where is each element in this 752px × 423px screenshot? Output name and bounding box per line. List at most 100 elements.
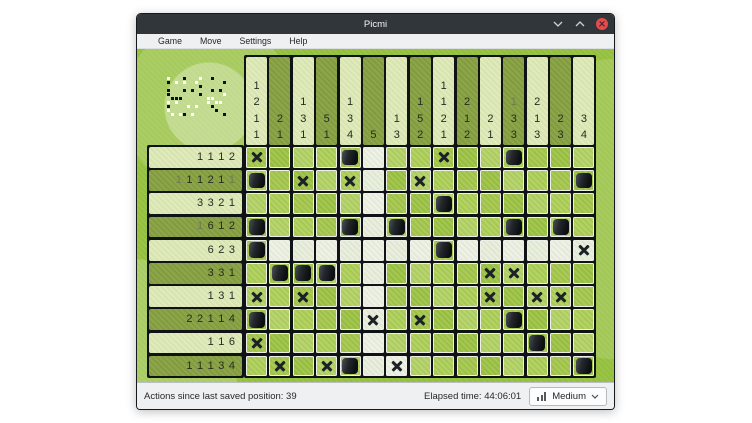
- board-cell[interactable]: [527, 333, 548, 354]
- board-cell[interactable]: [386, 356, 407, 377]
- board-cell[interactable]: [386, 147, 407, 168]
- menu-item-move[interactable]: Move: [191, 34, 231, 48]
- board-cell[interactable]: [293, 333, 314, 354]
- board-cell[interactable]: [269, 240, 290, 261]
- menu-item-game[interactable]: Game: [149, 34, 191, 48]
- board-cell[interactable]: [363, 147, 384, 168]
- board-cell[interactable]: [410, 333, 431, 354]
- board-cell[interactable]: [457, 309, 478, 330]
- board-cell[interactable]: [246, 217, 267, 238]
- board-cell[interactable]: [340, 333, 361, 354]
- board-cell[interactable]: [340, 217, 361, 238]
- board-cell[interactable]: [573, 217, 594, 238]
- board-cell[interactable]: [246, 263, 267, 284]
- board-cell[interactable]: [386, 286, 407, 307]
- board-cell[interactable]: [363, 263, 384, 284]
- board-cell[interactable]: [316, 170, 337, 191]
- board-cell[interactable]: [503, 240, 524, 261]
- board-cell[interactable]: [550, 309, 571, 330]
- board-cell[interactable]: [457, 333, 478, 354]
- board-cell[interactable]: [269, 263, 290, 284]
- board-cell[interactable]: [433, 333, 454, 354]
- board-cell[interactable]: [503, 193, 524, 214]
- board-cell[interactable]: [386, 217, 407, 238]
- close-icon[interactable]: [595, 18, 608, 31]
- board-cell[interactable]: [316, 263, 337, 284]
- board-cell[interactable]: [573, 356, 594, 377]
- board-cell[interactable]: [503, 356, 524, 377]
- board-cell[interactable]: [457, 170, 478, 191]
- board-cell[interactable]: [316, 309, 337, 330]
- board-cell[interactable]: [433, 309, 454, 330]
- board-cell[interactable]: [293, 263, 314, 284]
- board-cell[interactable]: [269, 147, 290, 168]
- board-cell[interactable]: [269, 333, 290, 354]
- menu-item-help[interactable]: Help: [280, 34, 316, 48]
- board-cell[interactable]: [550, 356, 571, 377]
- minimize-icon[interactable]: [551, 18, 564, 31]
- board-cell[interactable]: [293, 286, 314, 307]
- board-cell[interactable]: [269, 309, 290, 330]
- board-cell[interactable]: [410, 147, 431, 168]
- board-cell[interactable]: [480, 170, 501, 191]
- board-cell[interactable]: [410, 170, 431, 191]
- board-cell[interactable]: [363, 217, 384, 238]
- menu-item-settings[interactable]: Settings: [230, 34, 280, 48]
- board-cell[interactable]: [457, 286, 478, 307]
- board-cell[interactable]: [340, 193, 361, 214]
- board-cell[interactable]: [269, 193, 290, 214]
- board-cell[interactable]: [246, 356, 267, 377]
- board-cell[interactable]: [573, 240, 594, 261]
- board-cell[interactable]: [433, 147, 454, 168]
- board-cell[interactable]: [340, 170, 361, 191]
- board-cell[interactable]: [527, 309, 548, 330]
- board-cell[interactable]: [246, 170, 267, 191]
- board-cell[interactable]: [363, 193, 384, 214]
- board-cell[interactable]: [386, 240, 407, 261]
- board-cell[interactable]: [363, 356, 384, 377]
- board-cell[interactable]: [246, 240, 267, 261]
- board-cell[interactable]: [550, 240, 571, 261]
- board-cell[interactable]: [527, 263, 548, 284]
- board-cell[interactable]: [573, 286, 594, 307]
- board-cell[interactable]: [363, 240, 384, 261]
- board-cell[interactable]: [316, 333, 337, 354]
- board-cell[interactable]: [316, 356, 337, 377]
- board-cell[interactable]: [363, 170, 384, 191]
- board-cell[interactable]: [503, 286, 524, 307]
- board-cell[interactable]: [527, 356, 548, 377]
- board-cell[interactable]: [340, 309, 361, 330]
- board-cell[interactable]: [293, 356, 314, 377]
- maximize-icon[interactable]: [573, 18, 586, 31]
- board-cell[interactable]: [293, 147, 314, 168]
- board-cell[interactable]: [269, 217, 290, 238]
- board-cell[interactable]: [503, 170, 524, 191]
- board-cell[interactable]: [363, 333, 384, 354]
- board-cell[interactable]: [246, 333, 267, 354]
- board-cell[interactable]: [246, 309, 267, 330]
- board-cell[interactable]: [293, 309, 314, 330]
- board-cell[interactable]: [246, 193, 267, 214]
- board-cell[interactable]: [480, 309, 501, 330]
- board-cell[interactable]: [550, 286, 571, 307]
- board-cell[interactable]: [433, 240, 454, 261]
- board-cell[interactable]: [573, 147, 594, 168]
- board-cell[interactable]: [527, 217, 548, 238]
- board-cell[interactable]: [457, 147, 478, 168]
- board-cell[interactable]: [550, 147, 571, 168]
- board-cell[interactable]: [527, 170, 548, 191]
- board-cell[interactable]: [293, 217, 314, 238]
- board-cell[interactable]: [527, 193, 548, 214]
- board-cell[interactable]: [480, 217, 501, 238]
- board-cell[interactable]: [573, 309, 594, 330]
- board-cell[interactable]: [410, 263, 431, 284]
- board-cell[interactable]: [480, 286, 501, 307]
- board-cell[interactable]: [573, 263, 594, 284]
- board-cell[interactable]: [503, 333, 524, 354]
- board-cell[interactable]: [316, 217, 337, 238]
- board-cell[interactable]: [269, 170, 290, 191]
- board-cell[interactable]: [503, 263, 524, 284]
- board-cell[interactable]: [550, 263, 571, 284]
- board-cell[interactable]: [340, 263, 361, 284]
- board-cell[interactable]: [293, 193, 314, 214]
